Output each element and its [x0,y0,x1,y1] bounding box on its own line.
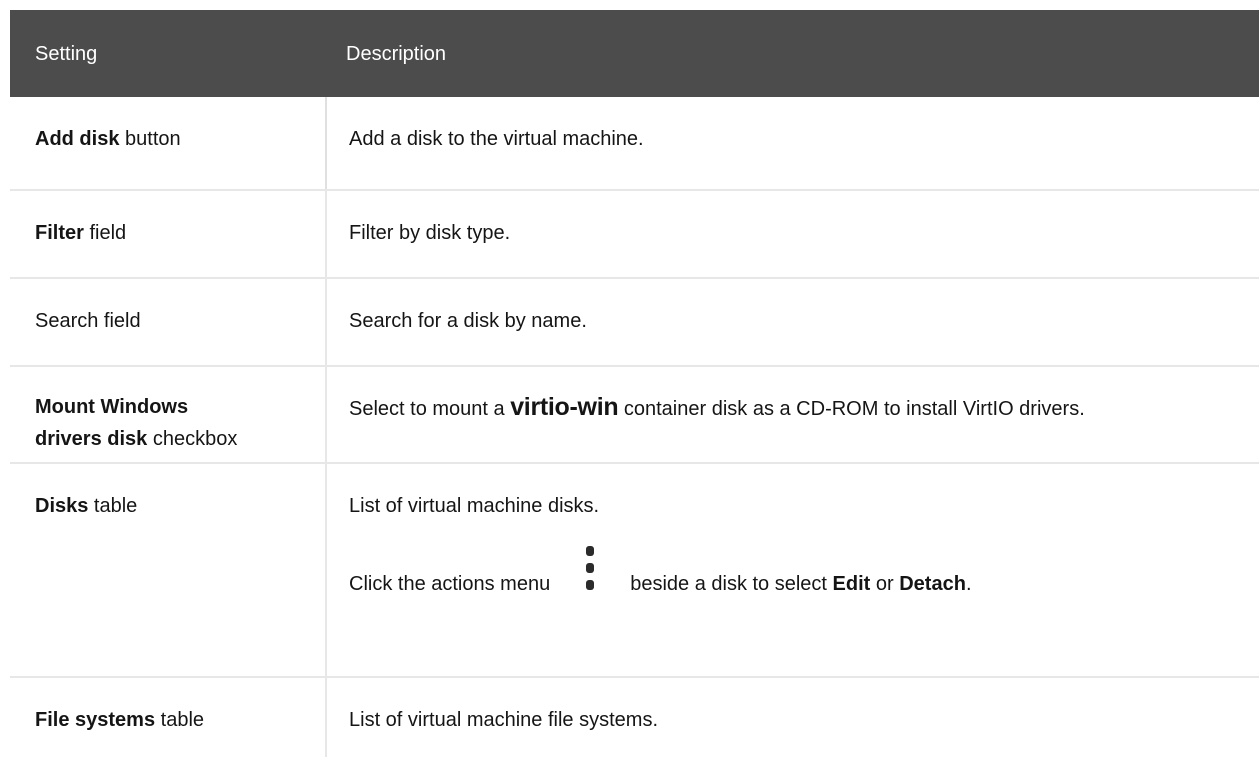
table-row: Disks table List of virtual machine disk… [10,463,1259,678]
setting-type: checkbox [147,428,238,450]
setting-name: Add disk [35,128,120,150]
description-cell: Select to mount a virtio-win container d… [325,366,1259,464]
actions-text: beside a disk to select Edit or Detach. [630,568,971,600]
description-text: List of virtual machine disks. [349,495,600,517]
setting-type: button [119,128,181,150]
description-prefix: Select to mount a [349,398,511,420]
settings-table: Setting Description Add disk button Add … [10,10,1259,757]
description-cell: Search for a disk by name. [325,278,1259,367]
actions-end: . [965,573,972,595]
actions-instruction: Click the actions menu beside a disk to … [349,546,1241,600]
setting-name-line2: drivers disk [35,428,148,450]
actions-middle: beside a disk to select [630,573,833,595]
description-suffix: container disk as a CD-ROM to install Vi… [618,398,1085,420]
description-cell: Filter by disk type. [325,190,1259,279]
setting-name: Filter [35,222,84,244]
description-cell: Add a disk to the virtual machine. [325,97,1259,191]
actions-prefix: Click the actions menu [349,573,551,595]
header-description: Description [326,10,1259,97]
description-cell: List of virtual machine file systems. [325,677,1259,757]
edit-label: Edit [832,573,871,595]
table-header-row: Setting Description [10,10,1259,97]
setting-name: File systems [35,709,156,731]
setting-type: table [155,709,205,731]
detach-label: Detach [899,573,966,595]
table-row: Filter field Filter by disk type. [10,190,1259,279]
setting-cell: Add disk button [10,97,326,191]
table-row: Add disk button Add a disk to the virtua… [10,97,1259,191]
setting-name: Disks [35,495,89,517]
setting-cell: Filter field [10,190,326,279]
setting-type: field [83,222,127,244]
setting-cell: Disks table [10,463,326,678]
header-setting: Setting [10,10,326,97]
setting-cell: Mount Windows drivers disk checkbox [10,366,326,464]
description-cell: List of virtual machine disks. Click the… [325,463,1259,678]
table-row: Search field Search for a disk by name. [10,278,1259,367]
setting-cell: Search field [10,278,326,367]
virtio-win-code: virtio-win [510,393,619,421]
kebab-menu-icon [550,546,630,590]
actions-or: or [870,573,900,595]
table-row: File systems table List of virtual machi… [10,677,1259,757]
setting-cell: File systems table [10,677,326,757]
settings-table-page: Setting Description Add disk button Add … [0,0,1259,760]
table-row: Mount Windows drivers disk checkbox Selec… [10,366,1259,464]
setting-type: table [88,495,138,517]
setting-name-line1: Mount Windows [35,396,189,418]
